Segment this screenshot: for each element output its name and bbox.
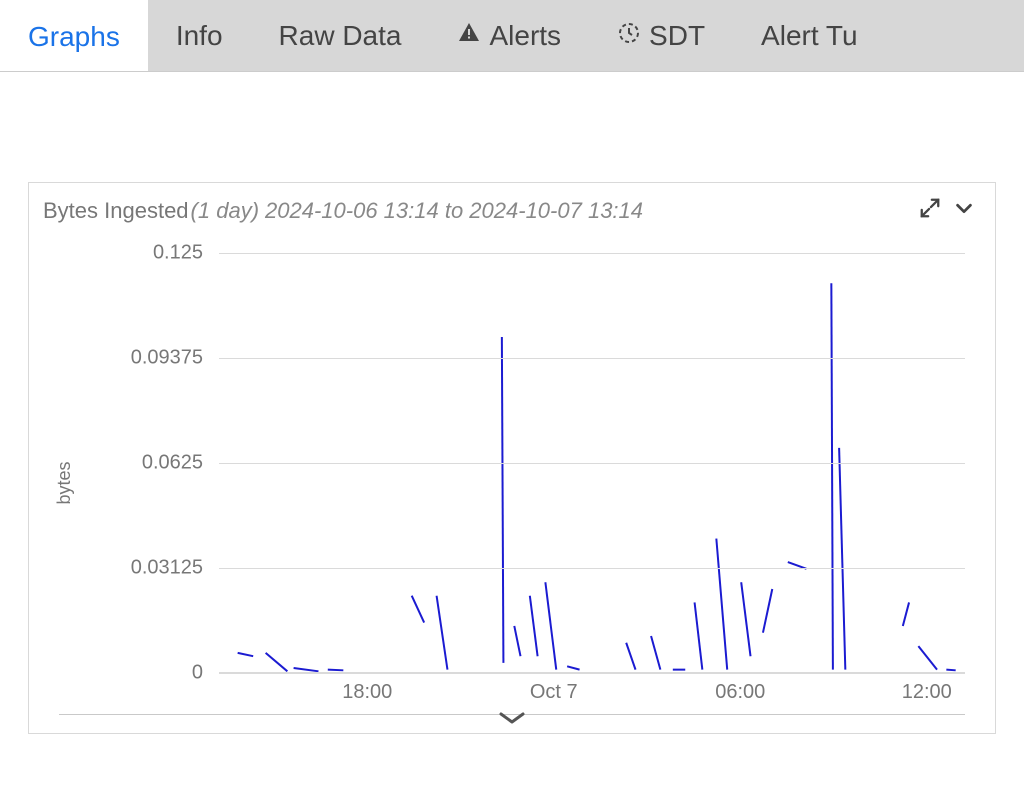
tab-sdt[interactable]: SDT: [589, 0, 733, 71]
gridline: [219, 673, 965, 674]
x-tick-label: Oct 7: [530, 673, 578, 704]
y-tick-label: 0.0625: [142, 452, 219, 475]
tab-info[interactable]: Info: [148, 0, 251, 71]
alert-triangle-icon: [457, 20, 481, 52]
expand-icon[interactable]: [913, 193, 947, 229]
y-axis-label: bytes: [54, 461, 75, 504]
tab-label: Info: [176, 20, 223, 52]
chart-panel: Bytes Ingested (1 day) 2024-10-06 13:14 …: [28, 182, 996, 734]
tab-raw-data[interactable]: Raw Data: [251, 0, 430, 71]
panel-subtitle: (1 day): [191, 198, 259, 224]
x-tick-label: 06:00: [715, 673, 765, 704]
tab-label: Alert Tu: [761, 20, 857, 52]
chevron-down-icon[interactable]: [947, 193, 981, 229]
expand-down-icon[interactable]: [497, 710, 527, 731]
y-tick-label: 0: [192, 662, 219, 685]
gridline: [219, 568, 965, 569]
tab-alert-tuning[interactable]: Alert Tu: [733, 0, 885, 71]
tab-label: SDT: [649, 20, 705, 52]
gridline: [219, 463, 965, 464]
x-tick-label: 12:00: [902, 673, 952, 704]
panel-title: Bytes Ingested: [43, 198, 189, 224]
content-area: Bytes Ingested (1 day) 2024-10-06 13:14 …: [0, 72, 1024, 754]
y-tick-label: 0.09375: [131, 347, 219, 370]
y-tick-label: 0.125: [153, 242, 219, 265]
y-tick-label: 0.03125: [131, 557, 219, 580]
clock-icon: [617, 20, 641, 52]
panel-range: 2024-10-06 13:14 to 2024-10-07 13:14: [265, 198, 643, 224]
tab-label: Graphs: [28, 21, 120, 53]
tab-alerts[interactable]: Alerts: [429, 0, 589, 71]
tab-label: Raw Data: [279, 20, 402, 52]
chart-body: bytes 00.031250.06250.093750.12518:00Oct…: [29, 233, 995, 733]
plot-area[interactable]: 00.031250.06250.093750.12518:00Oct 706:0…: [219, 253, 965, 673]
gridline: [219, 253, 965, 254]
gridline: [219, 358, 965, 359]
x-tick-label: 18:00: [342, 673, 392, 704]
panel-header: Bytes Ingested (1 day) 2024-10-06 13:14 …: [29, 183, 995, 233]
tab-label: Alerts: [489, 20, 561, 52]
tab-graphs[interactable]: Graphs: [0, 0, 148, 71]
tab-bar: Graphs Info Raw Data Alerts SDT Alert Tu: [0, 0, 1024, 72]
